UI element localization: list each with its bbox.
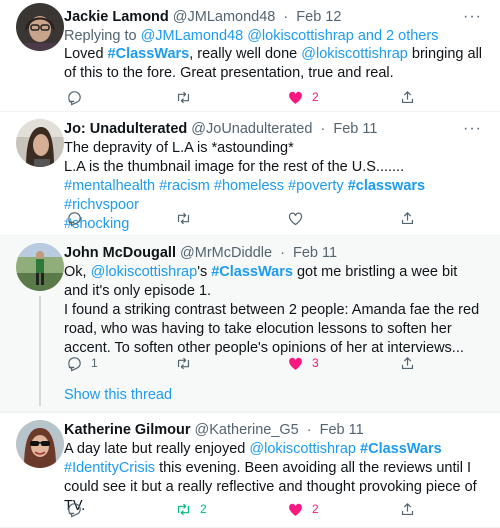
separator: · xyxy=(306,422,312,438)
display-name[interactable]: John McDougall xyxy=(64,245,176,261)
tweet-header: Jackie Lamond @JMLamond48 · Feb 12 xyxy=(64,8,341,26)
retweet-icon xyxy=(177,212,190,224)
tweet-actions: 2 xyxy=(64,87,424,107)
timestamp[interactable]: Feb 11 xyxy=(320,422,364,438)
tweet-text: Loved #ClassWars, really well done @loki… xyxy=(64,45,484,83)
tweet[interactable]: Jo: Unadulterated @JoUnadulterated · Feb… xyxy=(0,112,500,236)
heart-icon xyxy=(289,357,302,370)
reply-mention[interactable]: @lokiscottishrap xyxy=(247,28,354,44)
separator: · xyxy=(283,9,289,25)
reply-button[interactable]: 1 xyxy=(66,353,98,373)
display-name[interactable]: Katherine Gilmour xyxy=(64,422,191,438)
like-button[interactable] xyxy=(287,208,312,228)
text-span: Ok, xyxy=(64,264,91,280)
heart-icon xyxy=(288,212,303,225)
avatar[interactable] xyxy=(16,119,64,167)
tweet-header: Jo: Unadulterated @JoUnadulterated · Feb… xyxy=(64,120,377,138)
timestamp[interactable]: Feb 12 xyxy=(296,9,341,25)
share-icon xyxy=(401,90,414,103)
retweet-button[interactable] xyxy=(175,87,200,107)
retweet-count: 2 xyxy=(200,502,207,516)
like-count: 2 xyxy=(312,502,319,516)
share-button[interactable] xyxy=(399,87,416,107)
show-thread-link[interactable]: Show this thread xyxy=(64,387,172,403)
reply-icon xyxy=(68,502,81,518)
like-button[interactable]: 3 xyxy=(287,353,319,373)
user-handle[interactable]: @JoUnadulterated xyxy=(191,121,312,137)
tweet[interactable]: Jackie Lamond @JMLamond48 · Feb 12 ··· R… xyxy=(0,0,500,112)
reply-icon xyxy=(68,90,81,106)
heart-icon xyxy=(289,91,302,104)
hashtag[interactable]: #ClassWars xyxy=(211,264,293,280)
reply-mention[interactable]: @JMLamond48 xyxy=(141,28,244,44)
user-handle[interactable]: @Katherine_G5 xyxy=(195,422,299,438)
reply-icon xyxy=(68,356,81,372)
mention[interactable]: @lokiscottishrap xyxy=(91,264,198,280)
retweet-icon xyxy=(177,357,190,369)
like-count: 2 xyxy=(312,90,319,104)
display-name[interactable]: Jackie Lamond xyxy=(64,9,169,25)
replying-to: Replying to @JMLamond48 @lokiscottishrap… xyxy=(64,27,438,45)
avatar[interactable] xyxy=(16,420,64,468)
text-span: A day late but really enjoyed xyxy=(64,441,250,457)
share-icon xyxy=(401,356,414,369)
display-name[interactable]: Jo: Unadulterated xyxy=(64,121,187,137)
tweet-header: Katherine Gilmour @Katherine_G5 · Feb 11 xyxy=(64,421,364,439)
share-icon xyxy=(401,502,414,515)
text-span: 's xyxy=(197,264,212,280)
text-span: Loved xyxy=(64,46,108,62)
thread-line xyxy=(39,296,41,406)
timestamp[interactable]: Feb 11 xyxy=(333,121,377,137)
retweet-button[interactable] xyxy=(175,353,200,373)
tweet[interactable]: John McDougall @MrMcDiddle · Feb 11 Ok, … xyxy=(0,236,500,412)
tweet-actions xyxy=(64,208,424,228)
heart-icon xyxy=(289,503,302,516)
replying-to-prefix: Replying to xyxy=(64,28,141,44)
like-button[interactable]: 2 xyxy=(287,87,319,107)
tweet-text: Ok, @lokiscottishrap's #ClassWars got me… xyxy=(64,263,484,358)
reply-icon xyxy=(68,211,81,227)
user-handle[interactable]: @JMLamond48 xyxy=(173,9,276,25)
more-icon[interactable]: ··· xyxy=(463,9,482,25)
text-line: The depravity of L.A is *astounding* xyxy=(64,140,294,156)
reply-others[interactable]: and 2 others xyxy=(358,28,439,44)
avatar[interactable] xyxy=(16,243,64,291)
hashtag[interactable]: #ClassWars xyxy=(360,441,442,457)
share-button[interactable] xyxy=(399,499,416,519)
user-handle[interactable]: @MrMcDiddle xyxy=(180,245,272,261)
text-paragraph: I found a striking contrast between 2 pe… xyxy=(64,302,480,356)
reply-button[interactable] xyxy=(66,87,91,107)
mention[interactable]: @lokiscottishrap xyxy=(301,46,408,62)
avatar[interactable] xyxy=(16,3,64,51)
like-button[interactable]: 2 xyxy=(287,499,319,519)
reply-button[interactable] xyxy=(66,499,91,519)
tweet-actions: 1 3 xyxy=(64,353,424,373)
share-button[interactable] xyxy=(399,208,416,228)
retweet-button[interactable]: 2 xyxy=(175,499,207,519)
reply-button[interactable] xyxy=(66,208,91,228)
tweet-header: John McDougall @MrMcDiddle · Feb 11 xyxy=(64,244,337,262)
hashtags[interactable]: #mentalhealth #racism #homeless #poverty xyxy=(64,178,348,194)
timestamp[interactable]: Feb 11 xyxy=(293,245,337,261)
more-icon[interactable]: ··· xyxy=(463,121,482,137)
separator: · xyxy=(320,121,326,137)
retweet-button[interactable] xyxy=(175,208,200,228)
hashtag[interactable]: #IdentityCrisis xyxy=(64,460,155,476)
like-count: 3 xyxy=(312,356,319,370)
text-span: , really well done xyxy=(189,46,302,62)
reply-count: 1 xyxy=(91,356,98,370)
separator: · xyxy=(280,245,285,261)
hashtag[interactable]: #classwars xyxy=(348,178,425,194)
text-line: L.A is the thumbnail image for the rest … xyxy=(64,159,405,175)
retweet-icon xyxy=(177,91,190,103)
tweet[interactable]: Katherine Gilmour @Katherine_G5 · Feb 11… xyxy=(0,412,500,528)
share-icon xyxy=(401,211,414,224)
retweet-icon xyxy=(177,503,190,515)
mention[interactable]: @lokiscottishrap xyxy=(249,441,356,457)
tweet-actions: 2 2 xyxy=(64,499,424,519)
share-button[interactable] xyxy=(399,353,416,373)
hashtag[interactable]: #ClassWars xyxy=(108,46,190,62)
